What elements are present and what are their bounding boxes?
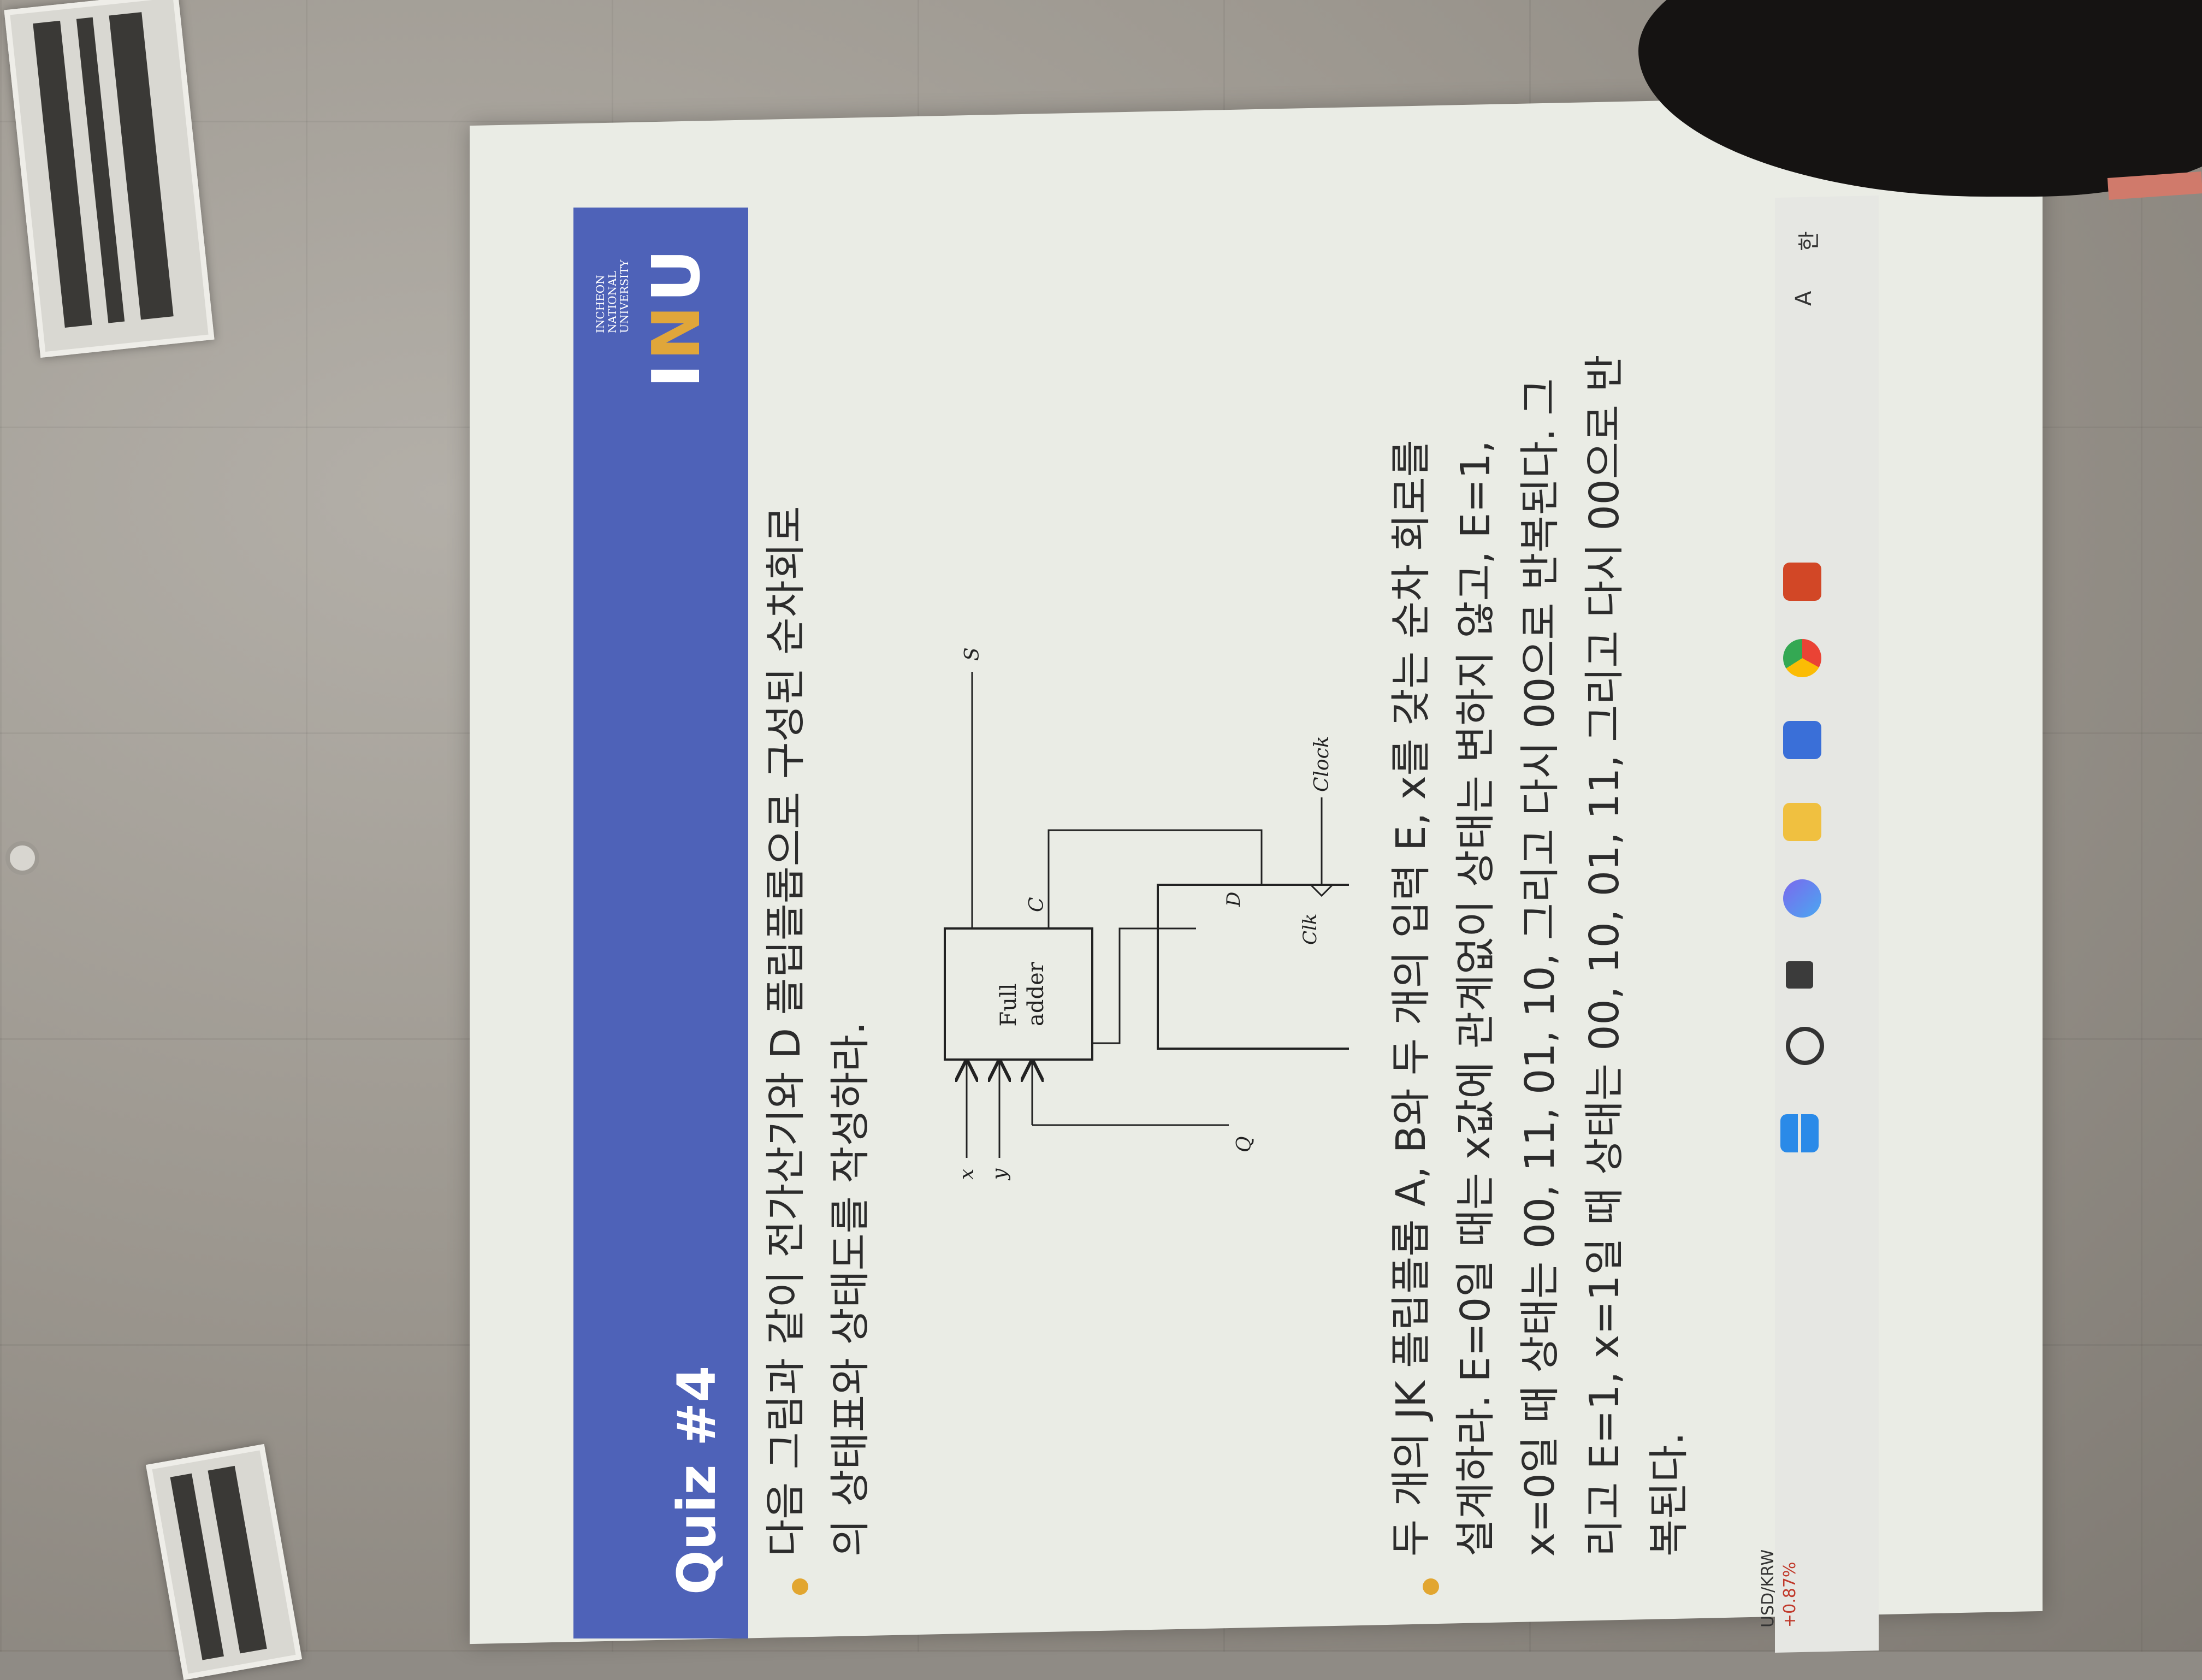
tray-ime-A[interactable]: A: [1791, 291, 1816, 306]
logo-mark-right: U: [639, 246, 715, 303]
s-label: S: [961, 647, 984, 661]
bullet-2-marker: [1423, 1578, 1439, 1595]
tray-ime-han[interactable]: 한: [1791, 231, 1823, 251]
bullet-2-line-3: x=0일 때 상태는 00, 11, 01, 10, 그리고 다시 00으로 반…: [1517, 378, 1564, 1557]
search-icon[interactable]: [1786, 1027, 1824, 1065]
logo-mark-left: I: [639, 360, 715, 388]
bullet-2-line-4: 리고 E=1, x=1일 때 상태는 00, 10, 01, 11, 그리고 다…: [1581, 354, 1628, 1557]
d-flipflop-box: [1157, 884, 1349, 1050]
input-x-label: x: [956, 1169, 978, 1180]
q-label: Q: [1233, 1136, 1256, 1152]
circuit-diagram: Full adder x y Q S C D Clk Clock: [944, 647, 1349, 1181]
task-view-icon[interactable]: [1786, 961, 1813, 989]
ticker-name[interactable]: USD/KRW: [1759, 1549, 1778, 1628]
clock-label: Clock: [1311, 736, 1333, 792]
q-feedback-wire: [1092, 927, 1196, 1044]
bullet-1-line-1: 다음 그림과 같이 전가산기와 D 플립플롭으로 구성된 순차회로: [762, 506, 809, 1557]
powerpoint-icon[interactable]: [1783, 563, 1821, 601]
bullet-1-text: 다음 그림과 같이 전가산기와 D 플립플롭으로 구성된 순차회로 의 상태표와…: [754, 355, 883, 1557]
ceiling-vent-top: [4, 0, 215, 358]
ceiling-sprinkler: [5, 841, 39, 875]
bullet-2-line-5: 복된다.: [1645, 1432, 1692, 1557]
ticker-change: +0.87%: [1780, 1561, 1800, 1628]
bullet-1-marker: [792, 1578, 808, 1595]
bullet-2-line-2: 설계하라. E=0일 때는 x값에 관계없이 상태는 변하지 않고, E=1,: [1452, 440, 1499, 1557]
logo-line-1: INCHEON: [594, 275, 607, 333]
bullet-1-line-2: 의 상태표와 상태도를 작성하라.: [827, 1021, 874, 1557]
c-output-wire: [1047, 829, 1263, 928]
c-label: C: [1026, 897, 1048, 912]
microsoft-store-icon[interactable]: [1783, 721, 1821, 759]
logo-mark-accent: N: [639, 302, 715, 360]
windows-start-icon[interactable]: [1780, 1114, 1819, 1152]
chrome-icon[interactable]: [1783, 639, 1821, 677]
copilot-icon[interactable]: [1783, 879, 1821, 918]
university-name: INCHEON NATIONAL UNIVERSITY: [594, 240, 631, 333]
taskbar: [1775, 196, 1879, 1653]
d-label: D: [1223, 892, 1245, 907]
logo-line-3: UNIVERSITY: [618, 259, 631, 333]
full-adder-label-line-1: Full: [996, 983, 1021, 1026]
logo-mark: INU: [639, 246, 715, 388]
slide: Quiz #4 INCHEON NATIONAL UNIVERSITY INU …: [573, 208, 1692, 1638]
full-adder-label-line-2: adder: [1023, 961, 1049, 1026]
file-explorer-icon[interactable]: [1783, 803, 1821, 841]
university-logo: INCHEON NATIONAL UNIVERSITY INU: [584, 240, 737, 410]
bullet-2-text: 두 개의 JK 플립플롭 A, B와 두 개의 입력 E, x를 갖는 순차 회…: [1379, 246, 1701, 1557]
slide-title: Quiz #4: [666, 1365, 727, 1595]
input-y-label: y: [988, 1168, 1011, 1181]
clk-triangle: [1310, 884, 1334, 897]
logo-line-2: NATIONAL: [606, 271, 619, 333]
clk-label: Clk: [1299, 914, 1321, 945]
bullet-2-line-1: 두 개의 JK 플립플롭 A, B와 두 개의 입력 E, x를 갖는 순차 회…: [1388, 440, 1435, 1557]
